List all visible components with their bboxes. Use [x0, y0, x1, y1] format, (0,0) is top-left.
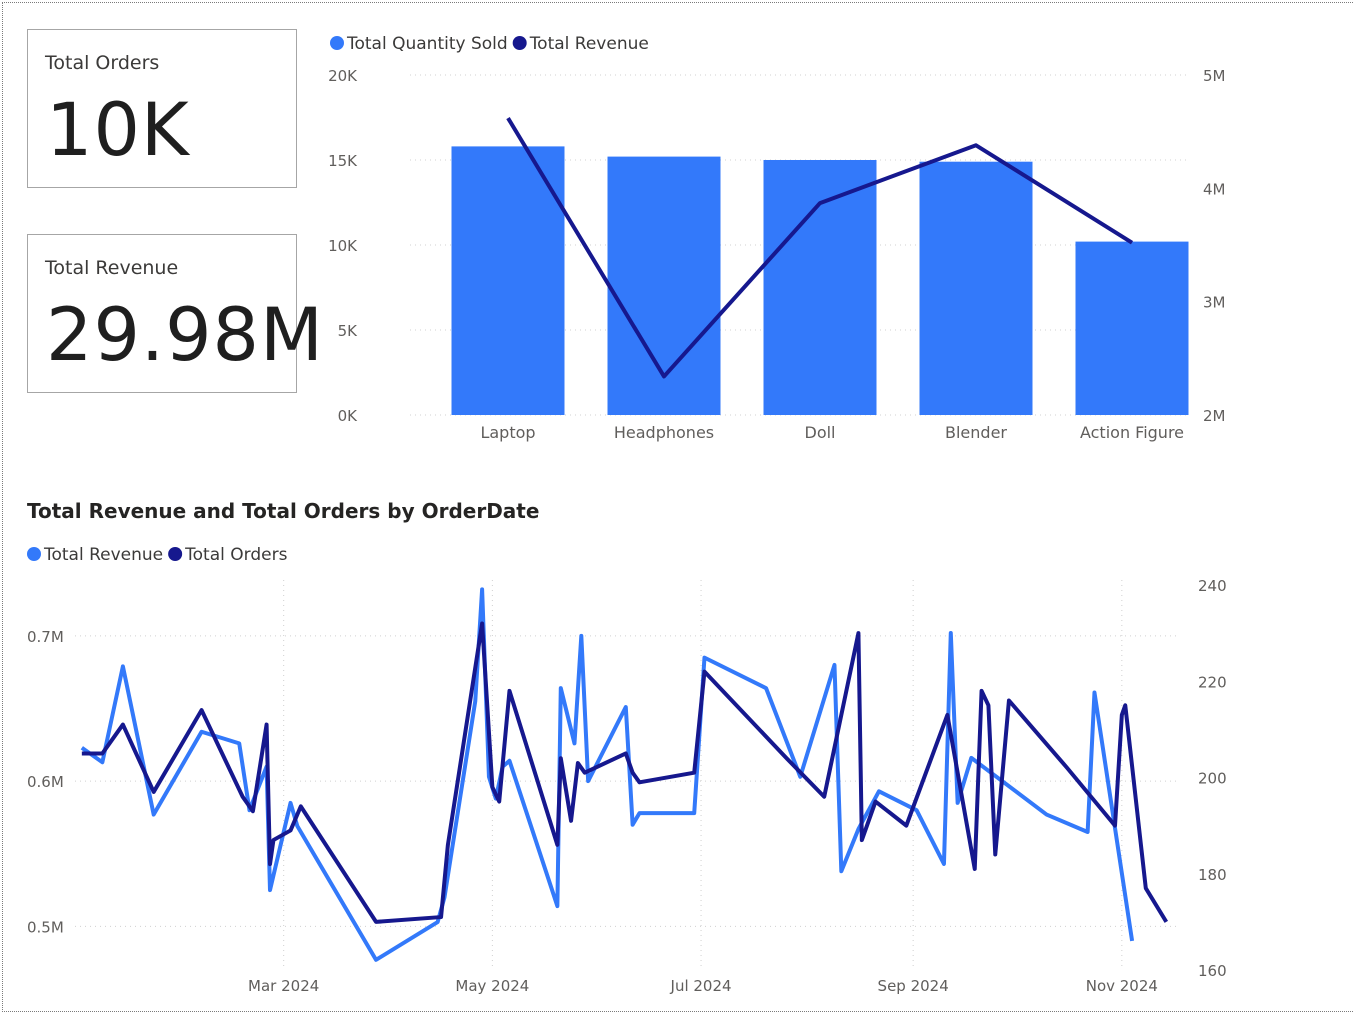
total-revenue-card-value: 29.98M [46, 293, 324, 378]
legend-label-0: Total Quantity Sold [346, 34, 508, 54]
y-left-tick-label: 10K [328, 237, 358, 255]
y-right-tick-label: 160 [1198, 962, 1227, 980]
x-tick-label: May 2024 [455, 977, 529, 995]
bar-3 [919, 161, 1033, 415]
legend-label-1: Total Orders [184, 545, 287, 565]
total-orders-card-title: Total Orders [45, 52, 160, 74]
total-orders-card-value: 10K [46, 88, 190, 173]
line-chart-title: Total Revenue and Total Orders by OrderD… [27, 499, 540, 523]
x-tick-label: Nov 2024 [1086, 977, 1158, 995]
line-chart-legend: Total Revenue Total Orders [27, 545, 288, 565]
x-tick-label: Blender [945, 423, 1007, 442]
bar-2 [763, 160, 877, 415]
y-right-tick-label: 180 [1198, 866, 1227, 884]
y-right-tick-label: 240 [1198, 577, 1227, 595]
x-tick-label: Jul 2024 [670, 977, 732, 995]
x-tick-label: Laptop [480, 423, 535, 442]
y-left-tick-label: 0.7M [27, 628, 64, 646]
x-tick-label: Headphones [614, 423, 714, 442]
total-revenue-card[interactable]: Total Revenue 29.98M [27, 234, 323, 393]
y-left-tick-label: 0K [338, 407, 359, 425]
y-left-tick-label: 20K [328, 67, 358, 85]
legend-marker-0 [330, 36, 344, 50]
legend-label-0: Total Revenue [43, 545, 163, 565]
total-revenue-card-title: Total Revenue [45, 257, 179, 279]
x-tick-label: Action Figure [1080, 423, 1184, 442]
y-left-tick-label: 15K [328, 152, 358, 170]
y-right-tick-label: 3M [1203, 294, 1226, 312]
total-revenue-line [80, 587, 1135, 962]
x-tick-label: Sep 2024 [878, 977, 949, 995]
x-tick-label: Mar 2024 [248, 977, 319, 995]
bar-chart-legend: Total Quantity Sold Total Revenue [330, 34, 649, 54]
y-right-tick-label: 200 [1198, 770, 1227, 788]
legend-marker-1 [168, 547, 183, 561]
y-left-tick-label: 0.5M [27, 918, 64, 936]
total-orders-card[interactable]: Total Orders 10K [27, 29, 297, 188]
legend-marker-0 [27, 547, 41, 561]
legend-marker-1 [512, 36, 527, 50]
legend-label-1: Total Revenue [529, 34, 649, 54]
y-right-tick-label: 220 [1198, 673, 1227, 691]
y-right-tick-label: 4M [1203, 180, 1226, 198]
y-right-tick-label: 2M [1203, 407, 1226, 425]
y-left-tick-label: 0.6M [27, 773, 64, 791]
quantity-revenue-by-product-chart[interactable]: Total Quantity Sold Total Revenue 0K 5K 10K 1… [310, 20, 1240, 460]
y-right-tick-label: 5M [1203, 67, 1226, 85]
bar-4 [1075, 241, 1189, 415]
y-left-tick-label: 5K [338, 322, 359, 340]
x-tick-label: Doll [805, 423, 836, 442]
revenue-orders-by-date-chart[interactable]: Total Revenue Total Orders 0.5M 0.6M 0.7M 160… [0, 530, 1250, 1010]
